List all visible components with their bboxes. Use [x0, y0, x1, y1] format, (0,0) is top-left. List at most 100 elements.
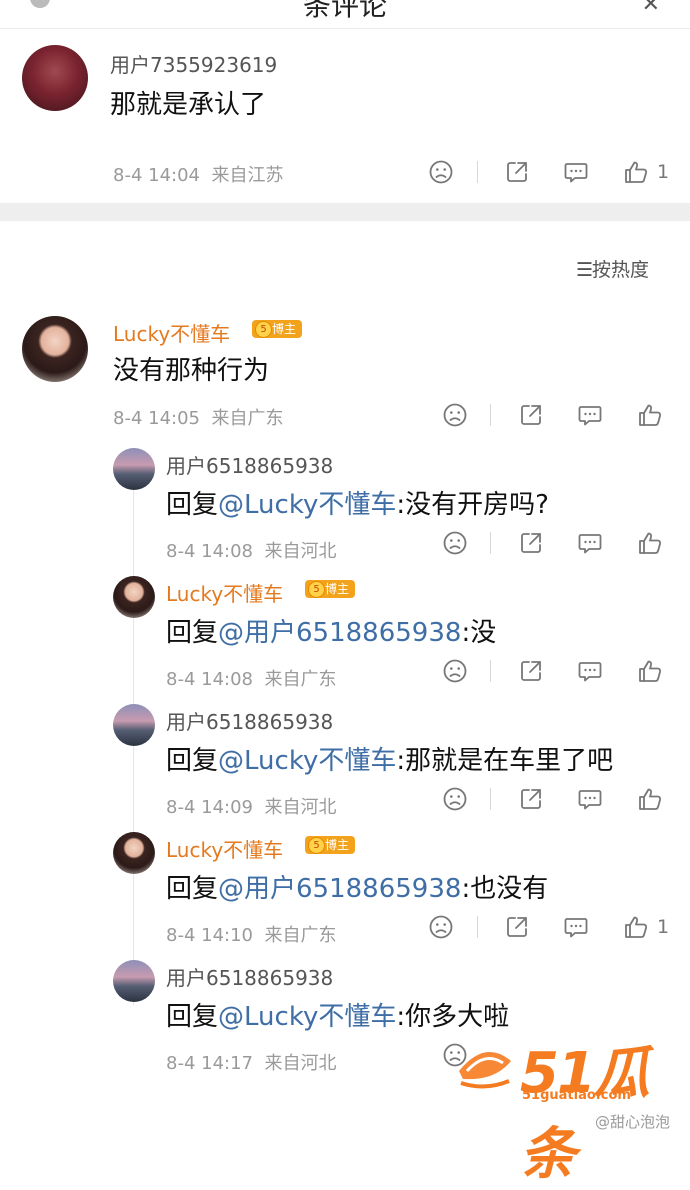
mention-link[interactable]: @Lucky不懂车	[218, 490, 396, 520]
reply-text: 回复@Lucky不懂车:没有开房吗?	[166, 484, 549, 521]
share-icon[interactable]	[504, 159, 530, 185]
divider	[477, 161, 478, 183]
crown-icon: 5	[308, 837, 325, 854]
sort-by-heat-button[interactable]: ☰按热度	[576, 255, 649, 282]
avatar[interactable]	[113, 704, 155, 746]
share-icon[interactable]	[518, 402, 544, 428]
reply-text: 回复@用户6518865938:没	[166, 612, 496, 649]
reply-time: 8-4 14:08	[166, 669, 253, 690]
avatar[interactable]	[113, 576, 155, 618]
reply-meta: 8-4 14:09 来自河北	[166, 793, 336, 819]
reply-location: 来自广东	[264, 669, 337, 690]
comment-text: 那就是承认了	[110, 90, 267, 120]
like-icon[interactable]	[637, 402, 663, 428]
badge-label: 博主	[325, 582, 350, 596]
comment-icon[interactable]	[577, 786, 603, 812]
dislike-icon[interactable]	[442, 530, 468, 556]
blogger-badge: 5 博主	[305, 836, 356, 854]
divider	[490, 788, 491, 810]
divider	[490, 404, 491, 426]
thread-line	[133, 490, 134, 1005]
dislike-icon[interactable]	[442, 402, 468, 428]
reply-meta: 8-4 14:08 来自广东	[166, 665, 336, 691]
dislike-icon[interactable]	[428, 914, 454, 940]
watermark-brand: 51瓜条	[520, 1041, 650, 1187]
blogger-badge: 5 博主	[252, 320, 303, 338]
reply-prefix: 回复	[166, 874, 219, 904]
divider	[490, 532, 491, 554]
reply-body: :没	[461, 618, 497, 648]
reply-meta: 8-4 14:08 来自河北	[166, 537, 336, 563]
reply-location: 来自河北	[264, 1053, 337, 1074]
blogger-badge: 5 博主	[305, 580, 356, 598]
reply-location: 来自河北	[264, 541, 337, 562]
comment-icon[interactable]	[577, 530, 603, 556]
comment-icon[interactable]	[577, 402, 603, 428]
reply-username[interactable]: Lucky不懂车	[166, 834, 283, 863]
watermark-site: 51guatiao.com	[522, 1088, 631, 1103]
share-icon[interactable]	[518, 530, 544, 556]
reply-prefix: 回复	[166, 490, 219, 520]
avatar[interactable]	[113, 448, 155, 490]
divider	[477, 916, 478, 938]
reply-username[interactable]: 用户6518865938	[166, 450, 333, 479]
reply-text: 回复@Lucky不懂车:那就是在车里了吧	[166, 740, 613, 777]
comment-location: 来自江苏	[211, 165, 284, 186]
mention-link[interactable]: @用户6518865938	[218, 618, 461, 648]
reply-location: 来自河北	[264, 797, 337, 818]
reply-location: 来自广东	[264, 925, 337, 946]
avatar[interactable]	[22, 45, 88, 111]
share-icon[interactable]	[504, 914, 530, 940]
reply-prefix: 回复	[166, 746, 219, 776]
avatar[interactable]	[113, 960, 155, 1002]
comment-icon[interactable]	[563, 159, 589, 185]
top-bar: 条评论 ✕	[0, 0, 690, 29]
watermark-logo-icon	[455, 1035, 515, 1091]
dislike-icon[interactable]	[428, 159, 454, 185]
avatar[interactable]	[113, 832, 155, 874]
mention-link[interactable]: @用户6518865938	[218, 874, 461, 904]
like-icon[interactable]	[637, 530, 663, 556]
like-icon[interactable]	[623, 914, 649, 940]
sort-label: 按热度	[592, 259, 650, 281]
reply-text: 回复@用户6518865938:也没有	[166, 868, 548, 905]
mention-link[interactable]: @Lucky不懂车	[218, 746, 396, 776]
like-icon[interactable]	[637, 658, 663, 684]
reply-time: 8-4 14:09	[166, 797, 253, 818]
share-icon[interactable]	[518, 786, 544, 812]
like-icon[interactable]	[623, 159, 649, 185]
comment-time: 8-4 14:04	[113, 165, 200, 186]
comment-icon[interactable]	[577, 658, 603, 684]
reply-body: :你多大啦	[396, 1002, 510, 1032]
dislike-icon[interactable]	[442, 786, 468, 812]
comment-meta: 8-4 14:05 来自广东	[113, 404, 283, 430]
share-icon[interactable]	[518, 658, 544, 684]
reply-username[interactable]: Lucky不懂车	[166, 578, 283, 607]
crown-icon: 5	[308, 581, 325, 598]
crown-icon: 5	[255, 321, 272, 338]
reply-meta: 8-4 14:10 来自广东	[166, 921, 336, 947]
badge-label: 博主	[325, 838, 350, 852]
avatar[interactable]	[22, 316, 88, 382]
reply-prefix: 回复	[166, 1002, 219, 1032]
dislike-icon[interactable]	[442, 658, 468, 684]
mention-link[interactable]: @Lucky不懂车	[218, 1002, 396, 1032]
reply-time: 8-4 14:08	[166, 541, 253, 562]
section-divider	[0, 203, 690, 221]
comment-text: 没有那种行为	[113, 356, 270, 386]
badge-label: 博主	[272, 322, 297, 336]
comment-location: 来自广东	[211, 408, 284, 429]
sort-icon: ☰	[576, 259, 593, 281]
comment-icon[interactable]	[563, 914, 589, 940]
reply-body: :那就是在车里了吧	[396, 746, 614, 776]
like-icon[interactable]	[637, 786, 663, 812]
reply-meta: 8-4 14:17 来自河北	[166, 1049, 336, 1075]
page-title: 条评论	[302, 0, 387, 22]
comment-meta: 8-4 14:04 来自江苏	[113, 161, 283, 187]
reply-username[interactable]: 用户6518865938	[166, 706, 333, 735]
comment-username[interactable]: 用户7355923619	[110, 49, 277, 78]
comment-username[interactable]: Lucky不懂车	[113, 318, 230, 347]
divider	[490, 660, 491, 682]
reply-username[interactable]: 用户6518865938	[166, 962, 333, 991]
close-icon[interactable]: ✕	[642, 0, 660, 17]
